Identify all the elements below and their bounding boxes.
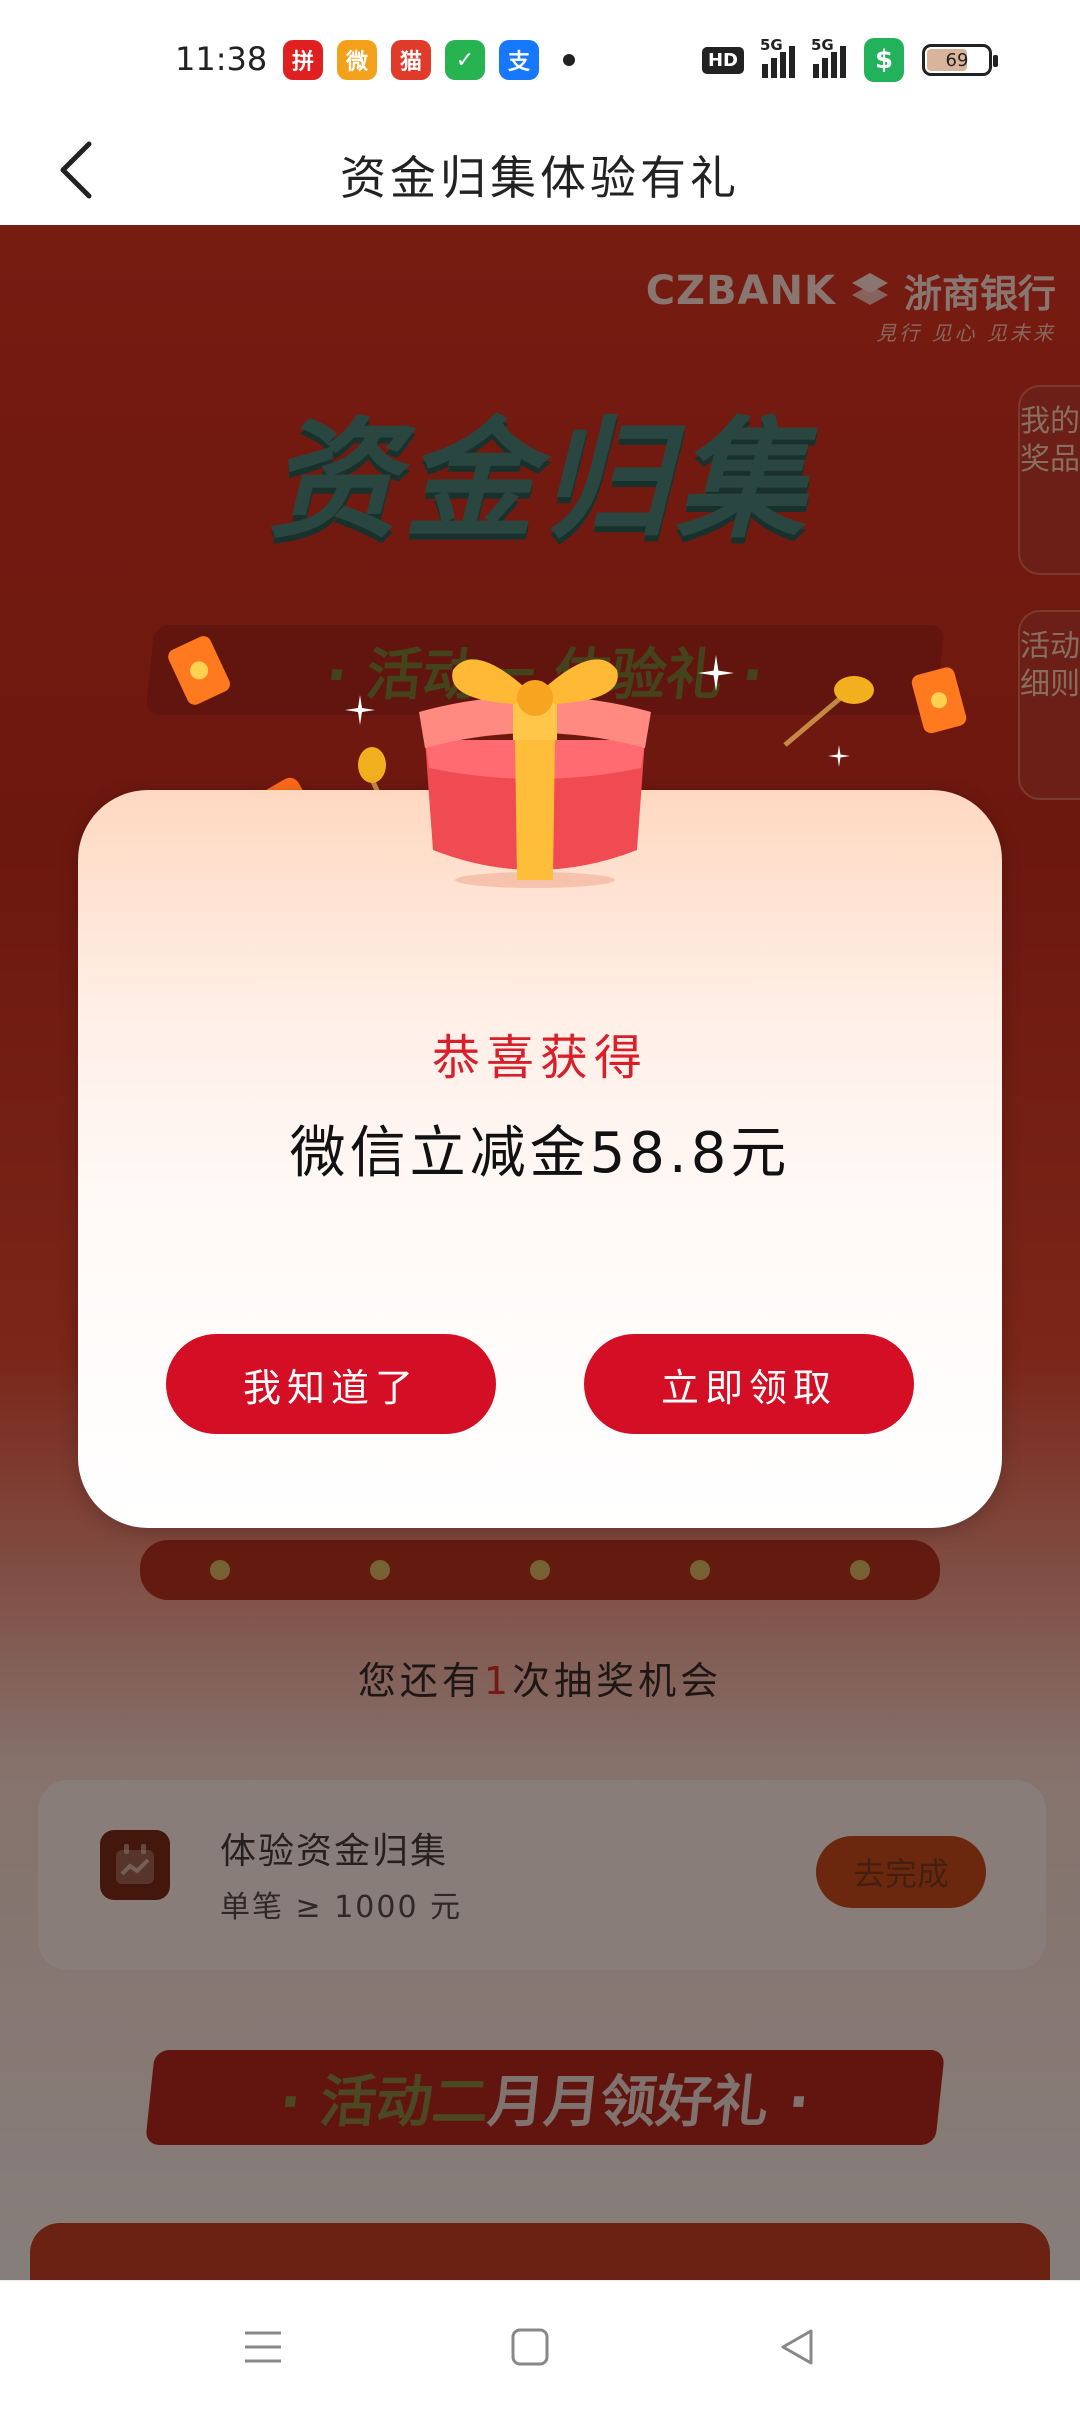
system-nav-bar <box>0 2280 1080 2412</box>
prize-text: 微信立减金58.8元 <box>289 1121 791 1186</box>
battery-level: 69 <box>945 49 969 71</box>
home-button[interactable] <box>500 2317 560 2377</box>
tmall-app-icon: 猫 <box>391 40 431 80</box>
notification-icons: 拼 微 猫 ✓ 支 <box>283 40 575 80</box>
claim-now-button[interactable]: 立即领取 <box>584 1334 914 1434</box>
congrats-text: 恭喜获得 <box>431 1030 648 1086</box>
sparkle-icon <box>345 695 375 725</box>
sparkle-icon-2 <box>698 655 734 691</box>
got-it-button[interactable]: 我知道了 <box>166 1334 496 1434</box>
signal-strength-2-icon: 5G <box>811 36 846 78</box>
alipay-app-icon: 支 <box>499 40 539 80</box>
red-envelope-icon <box>168 636 230 705</box>
square-home-icon <box>511 2328 549 2366</box>
network-type-label: 5G <box>760 36 783 54</box>
pinduoduo-app-icon: 拼 <box>283 40 323 80</box>
red-envelope-icon-3 <box>911 667 967 734</box>
wechat-mini-icon: ✓ <box>445 40 485 80</box>
money-app-icon: $ <box>864 38 904 82</box>
battery-icon: 69 <box>922 44 998 76</box>
recent-apps-button[interactable] <box>233 2317 293 2377</box>
status-bar: 11:38 拼 微 猫 ✓ 支 HD 5G 5G $ 69 <box>0 0 1080 120</box>
page-title: 资金归集体验有礼 <box>340 151 740 205</box>
gold-coin-icon-3 <box>783 676 874 747</box>
sparkle-icon-3 <box>828 745 850 767</box>
system-back-button[interactable] <box>767 2317 827 2377</box>
more-notifications-dot-icon <box>563 54 575 66</box>
hd-voice-icon: HD <box>701 46 744 74</box>
prize-dialog: 恭喜获得 微信立减金58.8元 我知道了 立即领取 <box>78 790 1002 1528</box>
menu-icon <box>245 2331 281 2363</box>
status-right: HD 5G 5G $ 69 <box>701 36 998 82</box>
triangle-back-icon <box>781 2329 813 2365</box>
weibo-app-icon: 微 <box>337 40 377 80</box>
app-header: 资金归集体验有礼 <box>0 120 1080 225</box>
network-type-2-label: 5G <box>811 36 834 54</box>
signal-strength-icon: 5G <box>760 36 795 78</box>
gift-box-icon <box>419 659 651 888</box>
status-time: 11:38 <box>175 40 268 78</box>
